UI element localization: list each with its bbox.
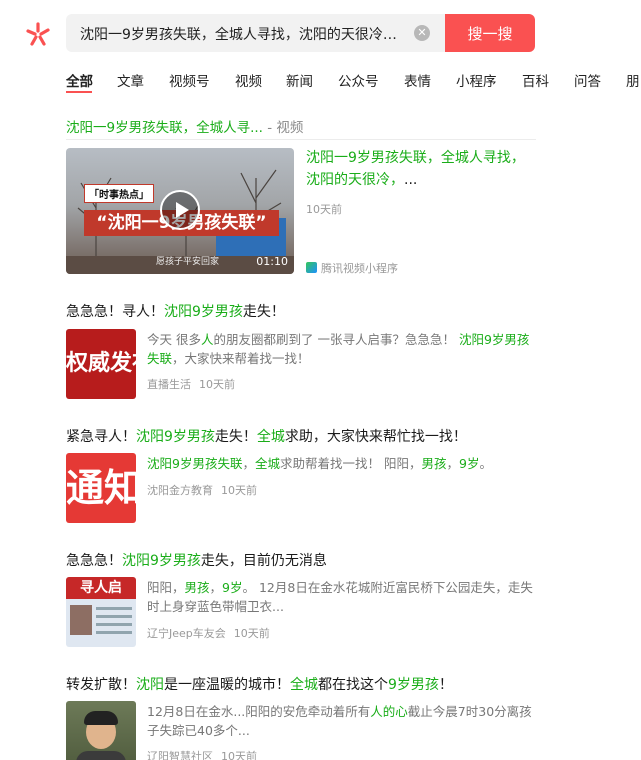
keyword-highlight: 男孩	[184, 580, 210, 595]
article-meta: 直播生活 10天前	[147, 376, 235, 392]
video-thumb-subtitle: 愿孩子平安回家	[156, 257, 220, 267]
tab-news[interactable]: 新闻	[286, 70, 313, 90]
keyword-highlight: 9岁	[459, 456, 480, 471]
text-segment: 转发扩散！	[66, 677, 136, 693]
article-time: 10天前	[221, 750, 257, 760]
tab-qa[interactable]: 问答	[574, 70, 601, 90]
article-summary[interactable]: 沈阳9岁男孩失联，全城求助帮着找一找！ 阳阳，男孩，9岁。	[147, 454, 539, 473]
video-source[interactable]: 腾讯视频小程序	[306, 260, 398, 276]
tab-miniprograms[interactable]: 小程序	[456, 70, 497, 90]
keyword-highlight: 沈阳9岁男孩	[164, 304, 243, 320]
text-lines-icon	[96, 607, 132, 610]
article-meta: 沈阳金方教育 10天前	[147, 482, 257, 498]
thumb-text: 通知	[66, 466, 136, 510]
text-segment: 。	[479, 456, 492, 471]
video-time: 10天前	[306, 203, 342, 216]
article-title[interactable]: 转发扩散！沈阳是一座温暖的城市！全城都在找这个9岁男孩！	[66, 674, 453, 694]
keyword-highlight: 人	[200, 332, 214, 347]
text-segment: 走失，目前仍无消息	[200, 553, 327, 569]
article-thumbnail[interactable]	[66, 701, 136, 760]
keyword-highlight: 沈阳9岁男孩	[136, 429, 215, 445]
article-title[interactable]: 急急急！沈阳9岁男孩走失，目前仍无消息	[66, 550, 327, 570]
article-meta: 辽阳智慧社区 10天前	[147, 748, 257, 760]
article-meta: 辽宁Jeep车友会 10天前	[147, 625, 270, 641]
video-header-source: - 视频	[262, 120, 304, 136]
video-source-label: 腾讯视频小程序	[321, 262, 398, 275]
search-query-text[interactable]: 沈阳一9岁男孩失联，全城人寻找，沈阳的天很冷，...	[80, 24, 410, 44]
article-thumbnail[interactable]: 权威发布	[66, 329, 136, 399]
article-thumbnail[interactable]: 寻人启	[66, 577, 136, 647]
text-segment: 急急急！寻人！	[66, 304, 164, 320]
keyword-highlight: 全城	[290, 677, 318, 693]
article-summary[interactable]: 今天 很多人的朋友圈都刷到了 一张寻人启事？急急急！ 沈阳9岁男孩失联，大家快来…	[147, 330, 539, 368]
keyword-highlight: 沈阳	[136, 677, 164, 693]
keyword-highlight: 9岁男孩	[388, 677, 439, 693]
article-summary[interactable]: 12月8日在金水...阳阳的安危牵动着所有人的心截止今晨7时30分离孩子失踪已4…	[147, 702, 539, 740]
tab-official[interactable]: 公众号	[338, 70, 379, 90]
text-segment: 的朋友圈都刷到了 一张寻人启事？急急急！	[213, 332, 459, 347]
article-account[interactable]: 辽宁Jeep车友会	[147, 627, 226, 640]
tab-videos[interactable]: 视频	[235, 70, 262, 90]
tab-baike[interactable]: 百科	[522, 70, 549, 90]
sogou-wechat-logo-icon[interactable]	[24, 20, 52, 48]
tab-channels[interactable]: 视频号	[169, 70, 210, 90]
text-segment: ，	[242, 456, 255, 471]
keyword-highlight: 全城	[254, 456, 280, 471]
video-thumbnail[interactable]: 「时事热点」 “沈阳一9岁男孩失联” 愿孩子平安回家 01:10	[66, 148, 294, 274]
article-title[interactable]: 紧急寻人！沈阳9岁男孩走失！全城求助，大家快来帮忙找一找！	[66, 426, 467, 446]
boy-photo-body	[76, 751, 126, 760]
text-segment: 都在找这个	[318, 677, 388, 693]
text-segment: 求助，大家快来帮忙找一找！	[284, 429, 467, 445]
active-tab-indicator	[66, 91, 92, 93]
keyword-highlight: 男孩	[421, 456, 447, 471]
text-segment: 急急急！	[66, 553, 122, 569]
article-account[interactable]: 直播生活	[147, 378, 191, 391]
thumb-text: 权威发布	[66, 351, 136, 376]
text-segment: 是一座温暖的城市！	[164, 677, 290, 693]
person-photo-icon	[70, 605, 92, 635]
article-time: 10天前	[221, 484, 257, 497]
text-segment: 阳阳，	[147, 580, 185, 595]
tencent-video-icon	[306, 262, 317, 273]
keyword-highlight: 全城	[256, 429, 285, 445]
text-segment: 走失！	[214, 429, 257, 445]
text-segment: ，	[209, 580, 223, 595]
keyword-highlight: 人的心	[370, 704, 408, 719]
text-segment: 紧急寻人！	[66, 429, 136, 445]
thumb-text: 寻人启	[66, 577, 136, 599]
video-duration: 01:10	[256, 255, 288, 268]
text-segment: ！	[438, 677, 453, 693]
video-section-header[interactable]: 沈阳一9岁男孩失联，全城人寻... - 视频	[66, 116, 303, 136]
article-thumbnail[interactable]: 通知	[66, 453, 136, 523]
video-header-query[interactable]: 沈阳一9岁男孩失联，全城人寻...	[66, 120, 263, 136]
article-summary[interactable]: 阳阳，男孩，9岁。 12月8日在金水花城附近富民桥下公园走失，走失时上身穿蓝色带…	[147, 578, 539, 616]
tab-more[interactable]: 朋	[626, 70, 640, 90]
search-button[interactable]: 搜一搜	[445, 14, 535, 52]
clear-icon[interactable]: ✕	[414, 25, 430, 41]
tab-articles[interactable]: 文章	[117, 70, 144, 90]
video-title-rest[interactable]: ...	[404, 172, 417, 188]
keyword-highlight: 9岁	[222, 580, 243, 595]
divider	[66, 139, 536, 140]
tab-stickers[interactable]: 表情	[404, 70, 431, 90]
article-account[interactable]: 沈阳金方教育	[147, 484, 213, 497]
article-title[interactable]: 急急急！寻人！沈阳9岁男孩走失！	[66, 301, 285, 321]
text-segment: ，	[446, 456, 460, 471]
text-segment: 今天 很多	[147, 332, 201, 347]
keyword-highlight: 沈阳9岁男孩	[122, 553, 201, 569]
text-segment: 走失！	[242, 304, 285, 320]
boy-photo-hair	[84, 711, 118, 725]
tab-all[interactable]: 全部	[66, 70, 93, 90]
keyword-highlight: 沈阳9岁男孩失联	[147, 456, 243, 471]
text-segment: 求助帮着找一找！ 阳阳，	[280, 456, 422, 471]
search-input[interactable]: 沈阳一9岁男孩失联，全城人寻找，沈阳的天很冷，... ✕	[66, 14, 446, 52]
text-segment: 12月8日在金水...阳阳的安危牵动着所有	[147, 704, 371, 719]
article-account[interactable]: 辽阳智慧社区	[147, 750, 213, 760]
text-segment: ，大家快来帮着找一找！	[172, 351, 310, 366]
article-time: 10天前	[199, 378, 235, 391]
video-title[interactable]: 沈阳一9岁男孩失联，全城人寻找，沈阳的天很冷，...	[306, 147, 534, 191]
video-thumb-tag: 「时事热点」	[84, 184, 154, 203]
play-icon[interactable]	[160, 190, 200, 230]
article-time: 10天前	[233, 627, 270, 640]
